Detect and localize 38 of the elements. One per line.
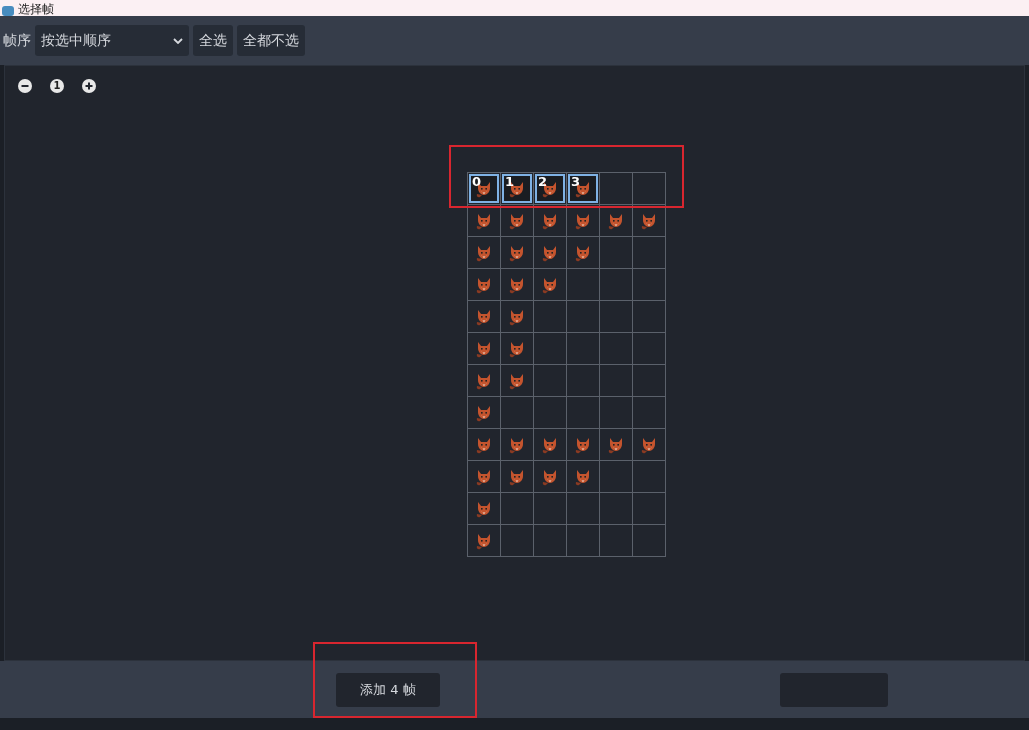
empty-cell bbox=[633, 301, 666, 333]
plus-icon bbox=[82, 79, 96, 93]
frame-index-label: 2 bbox=[538, 174, 548, 189]
zoom-in-button[interactable] bbox=[79, 76, 99, 96]
caret-icon bbox=[173, 37, 183, 44]
empty-cell bbox=[567, 333, 600, 365]
empty-cell bbox=[534, 525, 567, 557]
frame-index-label: 3 bbox=[571, 174, 581, 189]
empty-cell bbox=[600, 525, 633, 557]
sprite-frame[interactable]: 3 bbox=[568, 174, 598, 203]
frame-order-label: 帧序 bbox=[3, 31, 31, 50]
empty-cell bbox=[633, 333, 666, 365]
add-frames-button[interactable]: 添加 4 帧 bbox=[336, 672, 440, 707]
empty-cell bbox=[633, 525, 666, 557]
frame-index-label: 1 bbox=[505, 174, 515, 189]
zoom-out-button[interactable] bbox=[15, 76, 35, 96]
sprite-frame[interactable]: 1 bbox=[502, 174, 532, 203]
frame-order-dropdown[interactable]: 按选中顺序 bbox=[35, 25, 189, 56]
window-title: 选择帧 bbox=[18, 2, 54, 16]
empty-cell bbox=[567, 301, 600, 333]
sprite-frame[interactable]: 2 bbox=[535, 174, 565, 203]
minus-icon bbox=[18, 79, 32, 93]
empty-cell bbox=[633, 493, 666, 525]
toolbar-button[interactable]: 全都不选 bbox=[237, 25, 305, 56]
empty-cell bbox=[600, 269, 633, 301]
empty-cell bbox=[567, 365, 600, 397]
empty-cell bbox=[567, 525, 600, 557]
empty-cell bbox=[600, 301, 633, 333]
zoom-reset-button[interactable]: 1 bbox=[47, 76, 67, 96]
sprite-frame[interactable]: 0 bbox=[469, 174, 499, 203]
empty-cell bbox=[633, 365, 666, 397]
empty-cell bbox=[633, 269, 666, 301]
toolbar-button[interactable]: 全选 bbox=[193, 25, 233, 56]
empty-cell bbox=[600, 365, 633, 397]
empty-cell bbox=[600, 333, 633, 365]
frame-index-label: 0 bbox=[472, 174, 482, 189]
app-icon bbox=[2, 6, 14, 16]
empty-cell bbox=[600, 493, 633, 525]
